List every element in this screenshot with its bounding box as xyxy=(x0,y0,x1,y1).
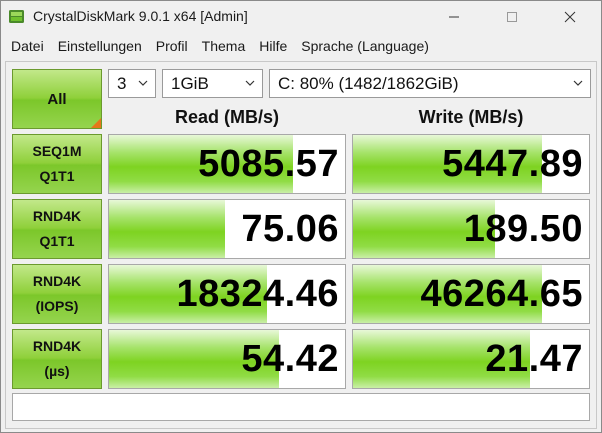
row-label-line1: RND4K xyxy=(32,208,82,224)
test-size-select[interactable]: 1GiB xyxy=(162,69,263,98)
write-header: Write (MB/s) xyxy=(418,107,524,127)
row-label-line2: Q1T1 xyxy=(39,233,75,249)
test-button-seq1m-q1t1[interactable]: SEQ1M Q1T1 xyxy=(12,134,102,194)
test-size-value: 1GiB xyxy=(171,73,209,93)
row-label-line1: RND4K xyxy=(32,273,82,289)
row-label-line1: SEQ1M xyxy=(32,143,82,159)
row-label-line2: (µs) xyxy=(44,363,70,379)
menu-einstellungen[interactable]: Einstellungen xyxy=(51,33,149,59)
read-result-cell: 54.42 xyxy=(108,329,346,389)
window-title: CrystalDiskMark 9.0.1 x64 [Admin] xyxy=(33,8,248,24)
drive-value: C: 80% (1482/1862GiB) xyxy=(278,73,459,93)
test-button-rnd4k-q1t1[interactable]: RND4K Q1T1 xyxy=(12,199,102,259)
close-button[interactable] xyxy=(547,1,593,33)
write-value: 21.47 xyxy=(485,337,583,380)
minimize-button[interactable] xyxy=(431,1,477,33)
read-result-cell: 75.06 xyxy=(108,199,346,259)
chevron-down-icon xyxy=(245,80,255,86)
menu-sprache[interactable]: Sprache (Language) xyxy=(294,33,436,59)
read-header: Read (MB/s) xyxy=(174,107,279,127)
write-result-cell: 46264.65 xyxy=(352,264,590,324)
maximize-button[interactable] xyxy=(489,1,535,33)
all-button-label: All xyxy=(47,90,67,108)
drive-select[interactable]: C: 80% (1482/1862GiB) xyxy=(269,69,591,98)
read-score-bar xyxy=(109,200,225,258)
menu-datei[interactable]: Datei xyxy=(4,33,51,59)
minimize-icon xyxy=(449,16,459,18)
app-icon xyxy=(9,10,24,23)
test-count-select[interactable]: 3 xyxy=(108,69,156,98)
test-button-rnd4k-latency[interactable]: RND4K (µs) xyxy=(12,329,102,389)
menu-profil[interactable]: Profil xyxy=(149,33,195,59)
read-result-cell: 18324.46 xyxy=(108,264,346,324)
corner-indicator xyxy=(91,118,101,128)
write-result-cell: 5447.89 xyxy=(352,134,590,194)
read-value: 18324.46 xyxy=(176,272,339,315)
all-button[interactable]: All xyxy=(12,69,102,129)
app-window: CrystalDiskMark 9.0.1 x64 [Admin] Datei … xyxy=(0,0,602,433)
row-label-line1: RND4K xyxy=(32,338,82,354)
read-result-cell: 5085.57 xyxy=(108,134,346,194)
close-icon xyxy=(564,11,576,23)
read-value: 5085.57 xyxy=(198,142,339,185)
maximize-icon xyxy=(507,12,517,22)
write-result-cell: 21.47 xyxy=(352,329,590,389)
chevron-down-icon xyxy=(573,80,583,86)
read-value: 54.42 xyxy=(241,337,339,380)
title-bar[interactable]: CrystalDiskMark 9.0.1 x64 [Admin] xyxy=(1,1,601,33)
menu-thema[interactable]: Thema xyxy=(195,33,253,59)
chevron-down-icon xyxy=(138,80,148,86)
read-value: 75.06 xyxy=(241,207,339,250)
write-value: 5447.89 xyxy=(442,142,583,185)
row-label-line2: (IOPS) xyxy=(35,298,79,314)
row-label-line2: Q1T1 xyxy=(39,168,75,184)
status-bar xyxy=(12,393,590,421)
test-button-rnd4k-iops[interactable]: RND4K (IOPS) xyxy=(12,264,102,324)
menu-bar: Datei Einstellungen Profil Thema Hilfe S… xyxy=(1,33,601,59)
menu-hilfe[interactable]: Hilfe xyxy=(252,33,294,59)
write-result-cell: 189.50 xyxy=(352,199,590,259)
write-value: 189.50 xyxy=(463,207,583,250)
write-value: 46264.65 xyxy=(420,272,583,315)
test-count-value: 3 xyxy=(117,73,127,93)
